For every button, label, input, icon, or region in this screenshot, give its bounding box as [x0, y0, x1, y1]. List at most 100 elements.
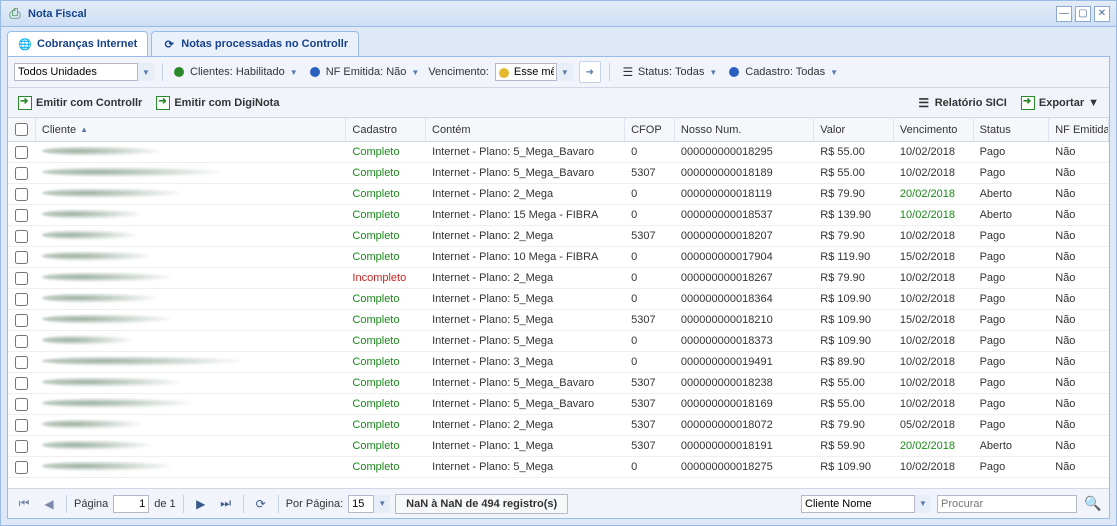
col-cliente[interactable]: Cliente [36, 118, 346, 141]
cell-valor: R$ 119.90 [814, 251, 894, 263]
row-checkbox[interactable] [8, 419, 36, 432]
grid-body[interactable]: Completo Internet - Plano: 5_Mega_Bavaro 0… [8, 142, 1109, 488]
row-checkbox[interactable] [8, 377, 36, 390]
row-checkbox[interactable] [8, 398, 36, 411]
row-checkbox[interactable] [8, 440, 36, 453]
table-row[interactable]: CompletoInternet - Plano: 3_Mega00000000… [8, 352, 1109, 373]
table-row[interactable]: CompletoInternet - Plano: 5_Mega_Bavaro0… [8, 142, 1109, 163]
row-checkbox[interactable] [8, 146, 36, 159]
emitir-controllr-button[interactable]: Emitir com Controllr [14, 94, 146, 112]
row-checkbox[interactable] [8, 230, 36, 243]
cell-nf-emitida: Não [1049, 377, 1109, 389]
cell-status: Pago [974, 377, 1050, 389]
select-all-checkbox[interactable] [8, 118, 36, 141]
cell-vencimento: 10/02/2018 [894, 356, 974, 368]
filter-status[interactable]: ☰ Status: Todas ▼ [618, 63, 720, 81]
col-cfop[interactable]: CFOP [625, 118, 675, 141]
table-row[interactable]: CompletoInternet - Plano: 15 Mega - FIBR… [8, 205, 1109, 226]
col-status[interactable]: Status [974, 118, 1050, 141]
search-input[interactable] [937, 495, 1077, 513]
table-row[interactable]: CompletoInternet - Plano: 5_Mega00000000… [8, 331, 1109, 352]
tab-cobrancas-internet[interactable]: 🌐 Cobranças Internet [7, 31, 148, 56]
row-checkbox[interactable] [8, 167, 36, 180]
close-button[interactable]: ✕ [1094, 6, 1110, 22]
cell-vencimento: 10/02/2018 [894, 167, 974, 179]
col-cadastro[interactable]: Cadastro [346, 118, 426, 141]
col-nosso-num[interactable]: Nosso Num. [675, 118, 814, 141]
table-row[interactable]: CompletoInternet - Plano: 1_Mega53070000… [8, 436, 1109, 457]
exportar-button[interactable]: Exportar ▼ [1017, 94, 1103, 112]
unidades-input[interactable] [14, 63, 154, 81]
table-row[interactable]: CompletoInternet - Plano: 5_Mega_Bavaro5… [8, 394, 1109, 415]
next-period-button[interactable]: ➜ [579, 61, 601, 83]
chevron-down-icon[interactable]: ▼ [556, 63, 573, 81]
cell-cliente [36, 356, 346, 369]
row-checkbox[interactable] [8, 335, 36, 348]
cell-status: Pago [974, 398, 1050, 410]
table-row[interactable]: CompletoInternet - Plano: 2_Mega53070000… [8, 415, 1109, 436]
search-field-input[interactable] [801, 495, 931, 513]
cell-cfop: 5307 [625, 167, 675, 179]
row-checkbox[interactable] [8, 293, 36, 306]
first-page-button[interactable]: ⏮ [14, 494, 34, 514]
table-row[interactable]: CompletoInternet - Plano: 2_Mega53070000… [8, 226, 1109, 247]
col-nf-emitida[interactable]: NF Emitida [1049, 118, 1109, 141]
prev-page-button[interactable]: ◀ [39, 494, 59, 514]
separator [66, 495, 67, 513]
unidades-combo[interactable]: ▼ [14, 63, 154, 81]
cell-nosso-num: 000000000018210 [675, 314, 814, 326]
relatorio-sici-button[interactable]: ☰ Relatório SICI [913, 94, 1011, 112]
emitir-diginota-button[interactable]: Emitir com DigiNota [152, 94, 283, 112]
row-checkbox[interactable] [8, 251, 36, 264]
chevron-down-icon: ▼ [1088, 97, 1099, 109]
chevron-down-icon[interactable]: ▼ [137, 63, 154, 81]
table-row[interactable]: CompletoInternet - Plano: 2_Mega00000000… [8, 184, 1109, 205]
cell-nosso-num: 000000000018267 [675, 272, 814, 284]
filter-nf-emitida[interactable]: NF Emitida: Não ▼ [307, 64, 423, 80]
action-toolbar: Emitir com Controllr Emitir com DigiNota… [8, 88, 1109, 118]
cell-valor: R$ 55.00 [814, 377, 894, 389]
cell-cliente [36, 251, 346, 264]
row-checkbox[interactable] [8, 461, 36, 474]
table-row[interactable]: CompletoInternet - Plano: 5_Mega_Bavaro5… [8, 373, 1109, 394]
chevron-down-icon: ▼ [411, 68, 419, 77]
table-row[interactable]: CompletoInternet - Plano: 5_Mega53070000… [8, 310, 1109, 331]
cell-status: Pago [974, 419, 1050, 431]
table-row[interactable]: CompletoInternet - Plano: 10 Mega - FIBR… [8, 247, 1109, 268]
table-row[interactable]: CompletoInternet - Plano: 5_Mega_Bavaro5… [8, 163, 1109, 184]
per-page-combo[interactable]: ▼ [348, 495, 390, 513]
cell-contem: Internet - Plano: 5_Mega_Bavaro [426, 377, 625, 389]
col-contem[interactable]: Contém [426, 118, 625, 141]
cell-cadastro: Incompleto [346, 272, 426, 284]
filter-label: Status: Todas [638, 66, 704, 78]
cell-vencimento: 10/02/2018 [894, 230, 974, 242]
tab-notas-processadas[interactable]: ⟳ Notas processadas no Controllr [151, 31, 359, 56]
table-row[interactable]: IncompletoInternet - Plano: 2_Mega000000… [8, 268, 1109, 289]
next-page-button[interactable]: ▶ [191, 494, 211, 514]
last-page-button[interactable]: ⏭ [216, 494, 236, 514]
button-label: Exportar [1039, 97, 1084, 109]
col-vencimento[interactable]: Vencimento [894, 118, 974, 141]
search-field-combo[interactable]: ▼ [801, 495, 931, 513]
vencimento-combo[interactable]: ▼ [495, 63, 573, 81]
filter-clientes[interactable]: Clientes: Habilitado ▼ [171, 64, 301, 80]
row-checkbox[interactable] [8, 209, 36, 222]
table-row[interactable]: CompletoInternet - Plano: 5_Mega00000000… [8, 289, 1109, 310]
page-input[interactable] [113, 495, 149, 513]
cell-status: Pago [974, 356, 1050, 368]
cell-nosso-num: 000000000018238 [675, 377, 814, 389]
row-checkbox[interactable] [8, 188, 36, 201]
col-valor[interactable]: Valor [814, 118, 894, 141]
cell-cadastro: Completo [346, 251, 426, 263]
filter-cadastro[interactable]: Cadastro: Todas ▼ [726, 64, 841, 80]
row-checkbox[interactable] [8, 272, 36, 285]
minimize-button[interactable]: — [1056, 6, 1072, 22]
search-button[interactable]: 🔍 [1083, 494, 1103, 514]
chevron-down-icon[interactable]: ▼ [373, 495, 390, 513]
row-checkbox[interactable] [8, 314, 36, 327]
row-checkbox[interactable] [8, 356, 36, 369]
table-row[interactable]: CompletoInternet - Plano: 5_Mega00000000… [8, 457, 1109, 478]
maximize-button[interactable]: ▢ [1075, 6, 1091, 22]
chevron-down-icon[interactable]: ▼ [914, 495, 931, 513]
refresh-button[interactable]: ⟳ [251, 494, 271, 514]
